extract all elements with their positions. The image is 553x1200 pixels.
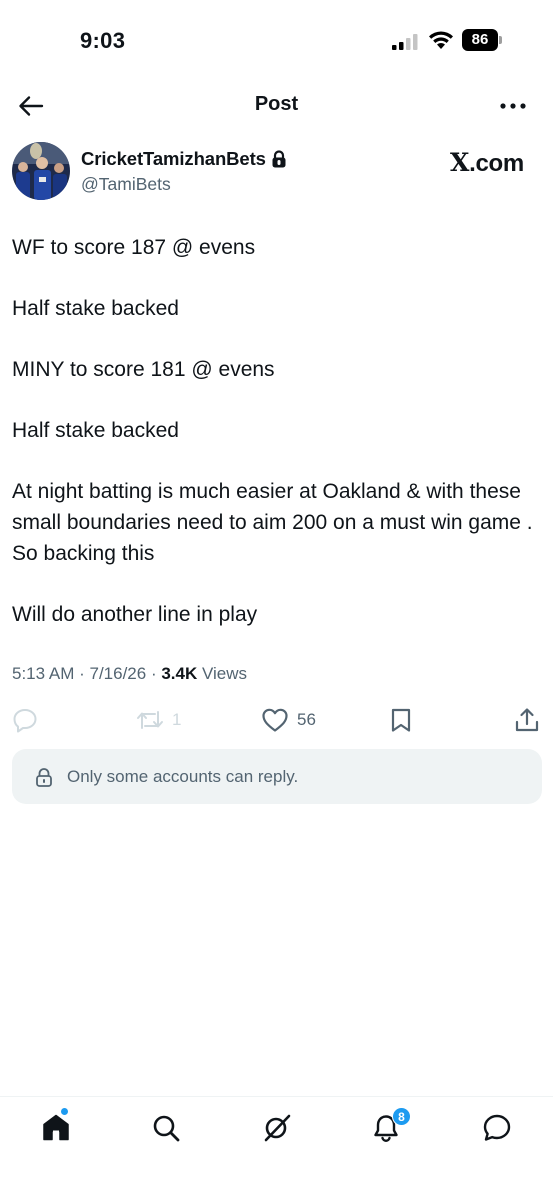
more-options-button[interactable] — [496, 94, 530, 118]
views-count[interactable]: 3.4K — [161, 664, 197, 683]
like-button[interactable]: 56 — [261, 706, 316, 734]
cellular-signal-icon — [392, 34, 418, 50]
post-paragraph: WF to score 187 @ evens — [12, 236, 256, 259]
battery-indicator: 86 — [462, 29, 502, 51]
messages-icon — [483, 1114, 511, 1141]
grok-icon — [264, 1114, 291, 1142]
post-detail-screen: 9:03 86 Post CricketTamizhanBets @TamiBe… — [0, 0, 553, 1200]
reply-button[interactable] — [12, 706, 38, 734]
protected-lock-icon — [272, 150, 286, 168]
author-name-row[interactable]: CricketTamizhanBets — [81, 146, 287, 172]
avatar[interactable] — [12, 142, 70, 200]
reply-restriction-notice: Only some accounts can reply. — [12, 749, 542, 804]
bookmark-icon — [391, 708, 411, 732]
x-logo-letter: X — [450, 148, 470, 177]
avatar-image — [12, 142, 70, 200]
post-paragraph: Half stake backed — [12, 297, 179, 320]
bookmark-button[interactable] — [389, 706, 413, 734]
bottom-navigation: 8 — [0, 1096, 553, 1200]
post-actions: 1 56 — [0, 700, 553, 740]
post-text: WF to score 187 @ evens Half stake backe… — [12, 232, 542, 630]
author-display-name[interactable]: CricketTamizhanBets — [81, 148, 266, 170]
share-icon — [515, 708, 539, 732]
repost-icon — [137, 711, 163, 729]
like-count: 56 — [297, 710, 316, 729]
post-meta: 5:13 AM · 7/16/26 · 3.4K Views — [12, 664, 248, 683]
status-time: 9:03 — [80, 28, 126, 53]
lock-icon — [36, 767, 52, 787]
post-date[interactable]: 7/16/26 — [89, 664, 146, 683]
home-icon — [43, 1114, 69, 1141]
notification-count-badge: 8 — [392, 1107, 411, 1126]
reply-icon — [13, 709, 37, 733]
x-com-watermark: X.com — [450, 148, 524, 178]
post-paragraph: Will do another line in play — [12, 603, 258, 626]
author-handle[interactable]: @TamiBets — [81, 174, 171, 195]
nav-messages[interactable] — [477, 1111, 517, 1145]
nav-grok[interactable] — [257, 1111, 297, 1145]
share-button[interactable] — [514, 706, 540, 734]
post-time[interactable]: 5:13 AM — [12, 664, 74, 683]
more-dots-icon — [500, 103, 526, 109]
wifi-icon — [429, 31, 453, 49]
views-label: Views — [197, 664, 248, 683]
nav-home[interactable] — [36, 1111, 76, 1145]
post-paragraph: MINY to score 181 @ evens — [12, 358, 275, 381]
repost-count: 1 — [172, 710, 182, 729]
search-icon — [153, 1115, 180, 1142]
nav-search[interactable] — [146, 1111, 186, 1145]
heart-icon — [262, 708, 288, 732]
top-bar: Post — [0, 80, 553, 132]
reply-restriction-text: Only some accounts can reply. — [67, 766, 299, 786]
status-bar: 9:03 86 — [0, 0, 553, 80]
battery-level: 86 — [471, 31, 489, 48]
page-title: Post — [254, 93, 299, 115]
post-paragraph: Half stake backed — [12, 419, 179, 442]
watermark-domain: .com — [469, 150, 524, 177]
home-unread-dot — [60, 1107, 69, 1116]
post-paragraph: At night batting is much easier at Oakla… — [12, 480, 533, 565]
repost-button[interactable]: 1 — [136, 706, 181, 734]
